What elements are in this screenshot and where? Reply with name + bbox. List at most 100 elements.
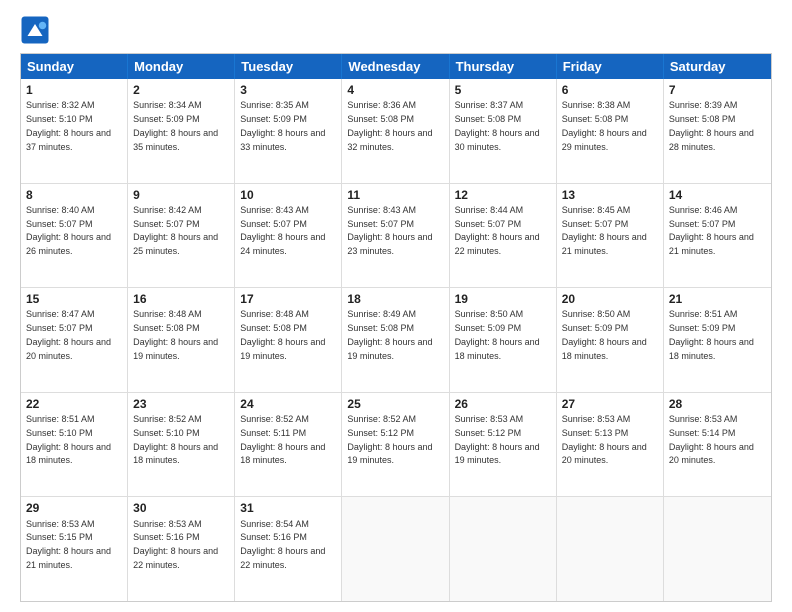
cell-info: Sunrise: 8:48 AMSunset: 5:08 PMDaylight:… [133, 309, 218, 360]
day-number: 5 [455, 82, 551, 98]
cell-info: Sunrise: 8:52 AMSunset: 5:12 PMDaylight:… [347, 414, 432, 465]
day-number: 30 [133, 500, 229, 516]
header-thursday: Thursday [450, 54, 557, 79]
calendar-cell: 5 Sunrise: 8:37 AMSunset: 5:08 PMDayligh… [450, 79, 557, 183]
calendar-cell: 18 Sunrise: 8:49 AMSunset: 5:08 PMDaylig… [342, 288, 449, 392]
header [20, 15, 772, 45]
cell-info: Sunrise: 8:50 AMSunset: 5:09 PMDaylight:… [455, 309, 540, 360]
day-number: 17 [240, 291, 336, 307]
day-number: 3 [240, 82, 336, 98]
day-number: 2 [133, 82, 229, 98]
calendar-cell [450, 497, 557, 601]
calendar-cell [664, 497, 771, 601]
cell-info: Sunrise: 8:51 AMSunset: 5:10 PMDaylight:… [26, 414, 111, 465]
cell-info: Sunrise: 8:34 AMSunset: 5:09 PMDaylight:… [133, 100, 218, 151]
calendar-cell: 4 Sunrise: 8:36 AMSunset: 5:08 PMDayligh… [342, 79, 449, 183]
cell-info: Sunrise: 8:46 AMSunset: 5:07 PMDaylight:… [669, 205, 754, 256]
cell-info: Sunrise: 8:47 AMSunset: 5:07 PMDaylight:… [26, 309, 111, 360]
calendar-cell: 3 Sunrise: 8:35 AMSunset: 5:09 PMDayligh… [235, 79, 342, 183]
calendar-cell: 20 Sunrise: 8:50 AMSunset: 5:09 PMDaylig… [557, 288, 664, 392]
cell-info: Sunrise: 8:38 AMSunset: 5:08 PMDaylight:… [562, 100, 647, 151]
day-number: 14 [669, 187, 766, 203]
calendar-cell: 14 Sunrise: 8:46 AMSunset: 5:07 PMDaylig… [664, 184, 771, 288]
header-saturday: Saturday [664, 54, 771, 79]
cell-info: Sunrise: 8:36 AMSunset: 5:08 PMDaylight:… [347, 100, 432, 151]
cell-info: Sunrise: 8:32 AMSunset: 5:10 PMDaylight:… [26, 100, 111, 151]
day-number: 12 [455, 187, 551, 203]
calendar-week-5: 29 Sunrise: 8:53 AMSunset: 5:15 PMDaylig… [21, 497, 771, 601]
calendar-cell: 30 Sunrise: 8:53 AMSunset: 5:16 PMDaylig… [128, 497, 235, 601]
calendar-cell: 17 Sunrise: 8:48 AMSunset: 5:08 PMDaylig… [235, 288, 342, 392]
logo-icon [20, 15, 50, 45]
header-sunday: Sunday [21, 54, 128, 79]
calendar-cell [342, 497, 449, 601]
cell-info: Sunrise: 8:43 AMSunset: 5:07 PMDaylight:… [347, 205, 432, 256]
calendar-cell: 28 Sunrise: 8:53 AMSunset: 5:14 PMDaylig… [664, 393, 771, 497]
day-number: 31 [240, 500, 336, 516]
day-number: 29 [26, 500, 122, 516]
cell-info: Sunrise: 8:37 AMSunset: 5:08 PMDaylight:… [455, 100, 540, 151]
calendar-cell: 8 Sunrise: 8:40 AMSunset: 5:07 PMDayligh… [21, 184, 128, 288]
calendar-body: 1 Sunrise: 8:32 AMSunset: 5:10 PMDayligh… [21, 79, 771, 601]
day-number: 20 [562, 291, 658, 307]
header-friday: Friday [557, 54, 664, 79]
calendar-week-3: 15 Sunrise: 8:47 AMSunset: 5:07 PMDaylig… [21, 288, 771, 393]
calendar-cell: 1 Sunrise: 8:32 AMSunset: 5:10 PMDayligh… [21, 79, 128, 183]
calendar: Sunday Monday Tuesday Wednesday Thursday… [20, 53, 772, 602]
cell-info: Sunrise: 8:39 AMSunset: 5:08 PMDaylight:… [669, 100, 754, 151]
calendar-cell: 21 Sunrise: 8:51 AMSunset: 5:09 PMDaylig… [664, 288, 771, 392]
calendar-cell: 27 Sunrise: 8:53 AMSunset: 5:13 PMDaylig… [557, 393, 664, 497]
day-number: 22 [26, 396, 122, 412]
cell-info: Sunrise: 8:49 AMSunset: 5:08 PMDaylight:… [347, 309, 432, 360]
header-tuesday: Tuesday [235, 54, 342, 79]
cell-info: Sunrise: 8:53 AMSunset: 5:15 PMDaylight:… [26, 519, 111, 570]
day-number: 8 [26, 187, 122, 203]
calendar-cell: 6 Sunrise: 8:38 AMSunset: 5:08 PMDayligh… [557, 79, 664, 183]
calendar-cell: 25 Sunrise: 8:52 AMSunset: 5:12 PMDaylig… [342, 393, 449, 497]
calendar-cell: 12 Sunrise: 8:44 AMSunset: 5:07 PMDaylig… [450, 184, 557, 288]
calendar-week-4: 22 Sunrise: 8:51 AMSunset: 5:10 PMDaylig… [21, 393, 771, 498]
calendar-cell: 29 Sunrise: 8:53 AMSunset: 5:15 PMDaylig… [21, 497, 128, 601]
cell-info: Sunrise: 8:50 AMSunset: 5:09 PMDaylight:… [562, 309, 647, 360]
day-number: 26 [455, 396, 551, 412]
cell-info: Sunrise: 8:52 AMSunset: 5:10 PMDaylight:… [133, 414, 218, 465]
day-number: 6 [562, 82, 658, 98]
day-number: 13 [562, 187, 658, 203]
day-number: 16 [133, 291, 229, 307]
header-monday: Monday [128, 54, 235, 79]
cell-info: Sunrise: 8:45 AMSunset: 5:07 PMDaylight:… [562, 205, 647, 256]
cell-info: Sunrise: 8:42 AMSunset: 5:07 PMDaylight:… [133, 205, 218, 256]
calendar-cell: 13 Sunrise: 8:45 AMSunset: 5:07 PMDaylig… [557, 184, 664, 288]
day-number: 28 [669, 396, 766, 412]
day-number: 1 [26, 82, 122, 98]
cell-info: Sunrise: 8:53 AMSunset: 5:16 PMDaylight:… [133, 519, 218, 570]
cell-info: Sunrise: 8:52 AMSunset: 5:11 PMDaylight:… [240, 414, 325, 465]
day-number: 10 [240, 187, 336, 203]
header-wednesday: Wednesday [342, 54, 449, 79]
cell-info: Sunrise: 8:44 AMSunset: 5:07 PMDaylight:… [455, 205, 540, 256]
calendar-cell: 26 Sunrise: 8:53 AMSunset: 5:12 PMDaylig… [450, 393, 557, 497]
calendar-cell: 24 Sunrise: 8:52 AMSunset: 5:11 PMDaylig… [235, 393, 342, 497]
calendar-cell: 23 Sunrise: 8:52 AMSunset: 5:10 PMDaylig… [128, 393, 235, 497]
calendar-cell: 15 Sunrise: 8:47 AMSunset: 5:07 PMDaylig… [21, 288, 128, 392]
day-number: 23 [133, 396, 229, 412]
day-number: 19 [455, 291, 551, 307]
day-number: 11 [347, 187, 443, 203]
cell-info: Sunrise: 8:53 AMSunset: 5:12 PMDaylight:… [455, 414, 540, 465]
calendar-cell: 7 Sunrise: 8:39 AMSunset: 5:08 PMDayligh… [664, 79, 771, 183]
cell-info: Sunrise: 8:53 AMSunset: 5:14 PMDaylight:… [669, 414, 754, 465]
day-number: 24 [240, 396, 336, 412]
calendar-cell: 10 Sunrise: 8:43 AMSunset: 5:07 PMDaylig… [235, 184, 342, 288]
cell-info: Sunrise: 8:43 AMSunset: 5:07 PMDaylight:… [240, 205, 325, 256]
calendar-cell: 31 Sunrise: 8:54 AMSunset: 5:16 PMDaylig… [235, 497, 342, 601]
cell-info: Sunrise: 8:51 AMSunset: 5:09 PMDaylight:… [669, 309, 754, 360]
page: Sunday Monday Tuesday Wednesday Thursday… [0, 0, 792, 612]
day-number: 18 [347, 291, 443, 307]
logo [20, 15, 54, 45]
calendar-week-1: 1 Sunrise: 8:32 AMSunset: 5:10 PMDayligh… [21, 79, 771, 184]
cell-info: Sunrise: 8:54 AMSunset: 5:16 PMDaylight:… [240, 519, 325, 570]
calendar-cell: 11 Sunrise: 8:43 AMSunset: 5:07 PMDaylig… [342, 184, 449, 288]
calendar-cell: 19 Sunrise: 8:50 AMSunset: 5:09 PMDaylig… [450, 288, 557, 392]
cell-info: Sunrise: 8:48 AMSunset: 5:08 PMDaylight:… [240, 309, 325, 360]
calendar-week-2: 8 Sunrise: 8:40 AMSunset: 5:07 PMDayligh… [21, 184, 771, 289]
